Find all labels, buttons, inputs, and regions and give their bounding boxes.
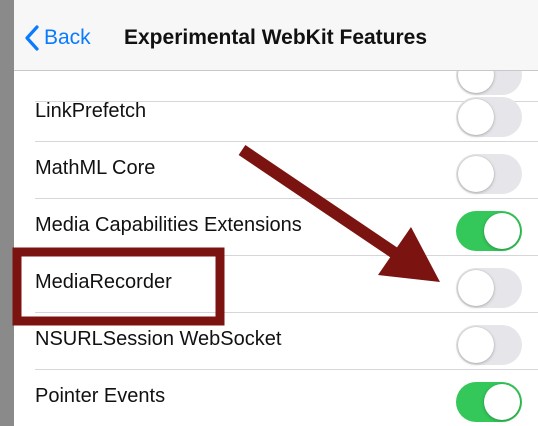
setting-label: MediaRecorder <box>35 271 172 293</box>
setting-label: Pointer Events <box>35 385 166 407</box>
nsurlsession-websocket-toggle[interactable] <box>456 325 522 365</box>
toggle-knob <box>458 99 494 135</box>
mathml-core-toggle[interactable] <box>456 154 522 194</box>
settings-row-media-capabilities-extensions[interactable]: Media Capabilities Extensions <box>14 199 538 256</box>
setting-label: LinkPrefetch <box>35 100 147 122</box>
toggle-knob <box>484 213 520 249</box>
settings-row-mediarecorder[interactable]: MediaRecorder <box>14 256 538 313</box>
settings-screen: Back Experimental WebKit Features LinkPr… <box>14 0 538 426</box>
page-title: Experimental WebKit Features <box>124 26 428 49</box>
chevron-left-icon <box>25 25 39 51</box>
setting-label: NSURLSession WebSocket <box>35 328 282 350</box>
media-capabilities-extensions-toggle[interactable] <box>456 211 522 251</box>
setting-label: Media Capabilities Extensions <box>35 214 302 236</box>
mediarecorder-toggle[interactable] <box>456 268 522 308</box>
pointer-events-toggle[interactable] <box>456 382 522 422</box>
toggle-knob <box>458 270 494 306</box>
settings-row-pointer-events[interactable]: Pointer Events <box>14 370 538 426</box>
toggle-knob <box>458 327 494 363</box>
settings-row-nsurlsession-websocket[interactable]: NSURLSession WebSocket <box>14 313 538 370</box>
navigation-bar: Back Experimental WebKit Features <box>14 0 538 71</box>
toggle-knob <box>484 384 520 420</box>
settings-row-mathml-core[interactable]: MathML Core <box>14 142 538 199</box>
back-label: Back <box>44 26 91 49</box>
settings-row-linkprefetch[interactable]: LinkPrefetch <box>14 85 538 142</box>
setting-label: MathML Core <box>35 157 156 179</box>
toggle-knob <box>458 156 494 192</box>
linkprefetch-toggle[interactable] <box>456 97 522 137</box>
back-button[interactable]: Back <box>24 22 91 54</box>
